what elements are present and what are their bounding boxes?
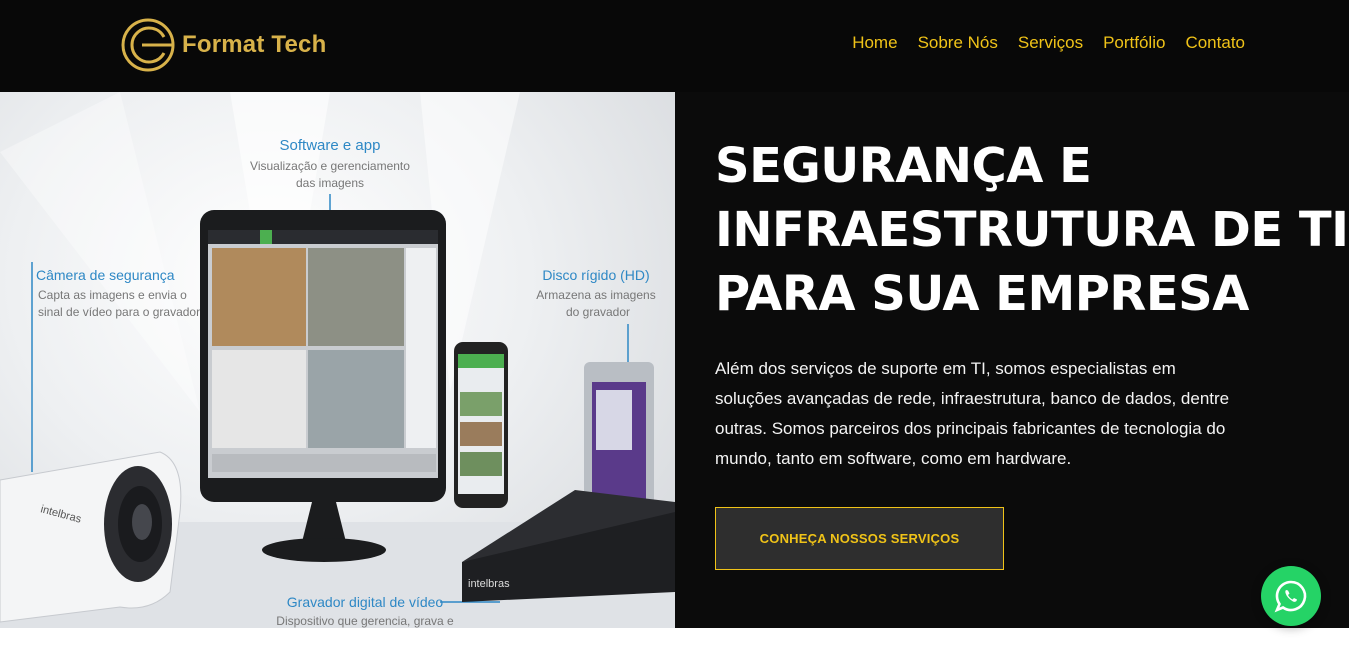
nav-sobre-nos[interactable]: Sobre Nós: [918, 33, 998, 53]
services-cta-button[interactable]: CONHEÇA NOSSOS SERVIÇOS: [715, 507, 1004, 570]
software-title: Software e app: [280, 137, 381, 154]
headline-line-3: PARA SUA EMPRESA: [715, 266, 1249, 322]
site-header: Format Tech Home Sobre Nós Serviços Port…: [0, 0, 1349, 92]
camera-title: Câmera de segurança: [36, 267, 175, 283]
hero-headline: SEGURANÇA E INFRAESTRUTURA DE TI PARA SU…: [715, 134, 1349, 326]
nav-servicos[interactable]: Serviços: [1018, 33, 1083, 53]
recorder-sub: Dispositivo que gerencia, grava e: [276, 614, 454, 628]
logo-icon: [121, 18, 175, 72]
main-nav: Home Sobre Nós Serviços Portfólio Contat…: [852, 33, 1245, 53]
section-divider: [0, 628, 1349, 649]
nav-contato[interactable]: Contato: [1185, 33, 1245, 53]
headline-line-1: SEGURANÇA E: [715, 138, 1092, 194]
hero-image: Software e app Visualização e gerenciame…: [0, 92, 675, 628]
nav-home[interactable]: Home: [852, 33, 897, 53]
camera-sub2: sinal de vídeo para o gravador: [38, 305, 200, 319]
hd-sub2: do gravador: [566, 305, 630, 319]
hero-content: SEGURANÇA E INFRAESTRUTURA DE TI PARA SU…: [715, 92, 1349, 570]
software-sub1: Visualização e gerenciamento: [250, 159, 410, 173]
hero-description: Além dos serviços de suporte em TI, somo…: [715, 359, 1230, 468]
headline-line-2: INFRAESTRUTURA DE TI: [715, 202, 1349, 258]
nav-portfolio[interactable]: Portfólio: [1103, 33, 1165, 53]
logo[interactable]: Format Tech: [120, 17, 326, 73]
hd-sub1: Armazena as imagens: [536, 288, 655, 302]
software-sub2: das imagens: [296, 176, 364, 190]
hero-section: Software e app Visualização e gerenciame…: [0, 92, 1349, 628]
whatsapp-icon: [1274, 580, 1307, 613]
recorder-title: Gravador digital de vídeo: [287, 594, 444, 610]
cctv-illustration: Software e app Visualização e gerenciame…: [0, 92, 675, 628]
hd-title: Disco rígido (HD): [542, 267, 649, 283]
dvr-brand: intelbras: [468, 578, 510, 590]
logo-text: Format Tech: [182, 31, 327, 58]
whatsapp-button[interactable]: [1261, 566, 1321, 626]
camera-sub1: Capta as imagens e envia o: [38, 288, 187, 302]
